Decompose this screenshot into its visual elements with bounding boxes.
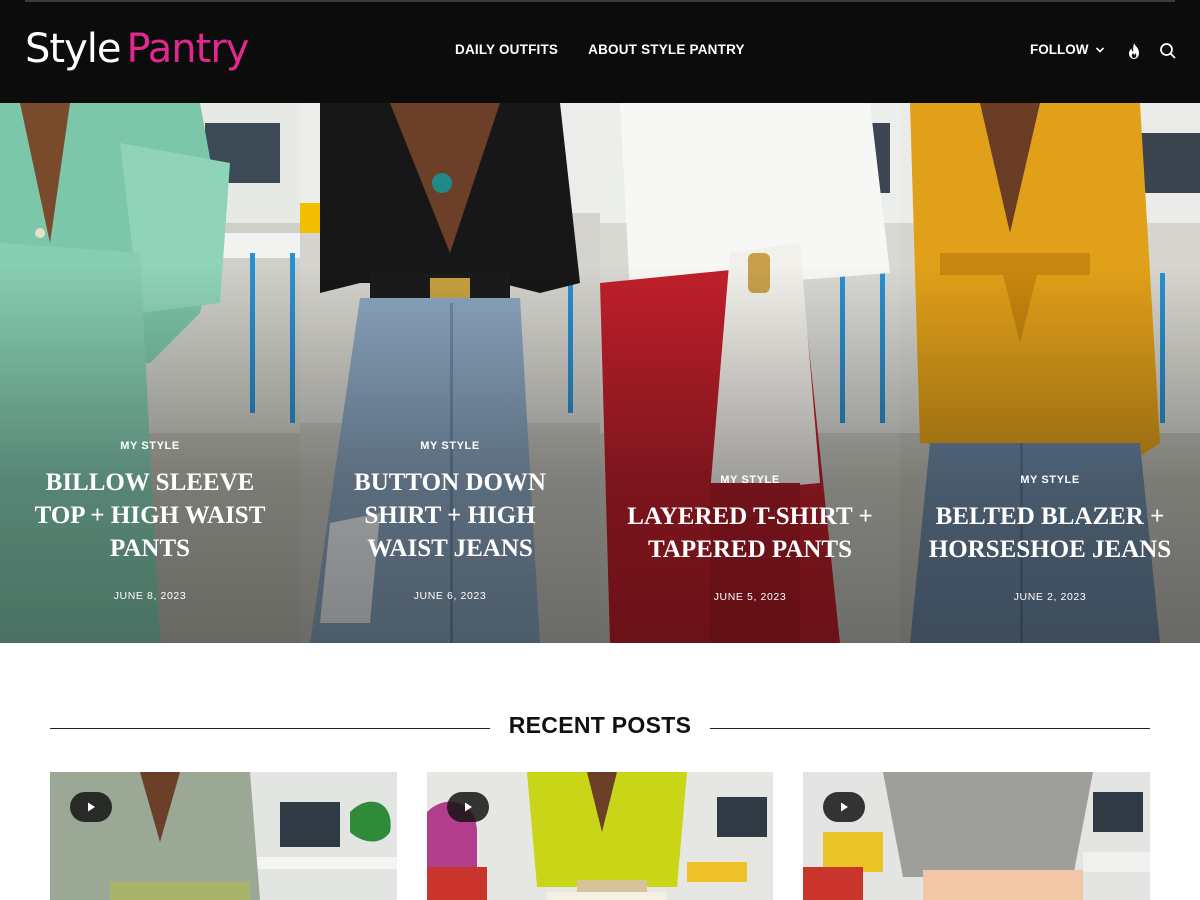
featured-post-1[interactable]: MY STYLE BILLOW SLEEVE TOP + HIGH WAIST … [0, 103, 300, 643]
chevron-down-icon [1096, 46, 1105, 53]
recent-post-card-3[interactable] [803, 772, 1151, 900]
recent-posts-title: RECENT POSTS [508, 712, 692, 738]
recent-posts-heading: RECENT POSTS [50, 712, 1150, 742]
logo-text-style: Style [25, 26, 121, 72]
search-icon[interactable] [1159, 42, 1177, 60]
category-label[interactable]: MY STYLE [0, 440, 300, 452]
recent-posts-grid [50, 772, 1151, 900]
category-label[interactable]: MY STYLE [300, 440, 600, 452]
post-date: JUNE 8, 2023 [113, 590, 187, 602]
featured-caption-4: MY STYLE BELTED BLAZER + HORSESHOE JEANS… [900, 474, 1200, 603]
nav-daily-outfits[interactable]: DAILY OUTFITS [455, 42, 558, 57]
recent-post-card-1[interactable] [50, 772, 397, 900]
category-label[interactable]: MY STYLE [900, 474, 1200, 486]
featured-caption-2: MY STYLE BUTTON DOWN SHIRT + HIGH WAIST … [300, 440, 600, 602]
featured-post-2[interactable]: MY STYLE BUTTON DOWN SHIRT + HIGH WAIST … [300, 103, 600, 643]
featured-post-4[interactable]: MY STYLE BELTED BLAZER + HORSESHOE JEANS… [900, 103, 1200, 643]
post-title[interactable]: BELTED BLAZER + HORSESHOE JEANS [925, 500, 1175, 566]
post-title[interactable]: BUTTON DOWN SHIRT + HIGH WAIST JEANS [325, 466, 575, 565]
recent-post-image-3 [803, 772, 1151, 900]
flame-icon[interactable] [1125, 42, 1143, 60]
recent-post-image-2 [426, 772, 774, 900]
follow-label: FOLLOW [1030, 42, 1089, 57]
category-label[interactable]: MY STYLE [600, 474, 900, 486]
play-icon[interactable] [70, 792, 112, 822]
featured-post-3[interactable]: MY STYLE LAYERED T-SHIRT + TAPERED PANTS… [600, 103, 900, 643]
site-logo[interactable]: Style Pantry [25, 26, 249, 76]
featured-caption-1: MY STYLE BILLOW SLEEVE TOP + HIGH WAIST … [0, 440, 300, 602]
play-icon[interactable] [823, 792, 866, 822]
featured-caption-3: MY STYLE LAYERED T-SHIRT + TAPERED PANTS… [600, 474, 900, 603]
post-title[interactable]: BILLOW SLEEVE TOP + HIGH WAIST PANTS [25, 466, 275, 565]
post-title[interactable]: LAYERED T-SHIRT + TAPERED PANTS [625, 500, 875, 566]
main-nav: DAILY OUTFITS ABOUT STYLE PANTRY [455, 42, 745, 57]
follow-menu[interactable]: FOLLOW [1030, 42, 1105, 57]
logo-text-pantry: Pantry [126, 26, 249, 72]
recent-post-card-2[interactable] [426, 772, 774, 900]
post-date: JUNE 6, 2023 [413, 590, 487, 602]
site-header: Style Pantry DAILY OUTFITS ABOUT STYLE P… [0, 0, 1200, 103]
post-date: JUNE 2, 2023 [1013, 591, 1087, 603]
nav-about-style-pantry[interactable]: ABOUT STYLE PANTRY [588, 42, 745, 57]
play-icon[interactable] [446, 792, 489, 822]
header-top-divider [25, 0, 1175, 2]
post-date: JUNE 5, 2023 [713, 591, 787, 603]
recent-post-image-1 [50, 772, 397, 900]
featured-slider: MY STYLE BILLOW SLEEVE TOP + HIGH WAIST … [0, 103, 1200, 643]
